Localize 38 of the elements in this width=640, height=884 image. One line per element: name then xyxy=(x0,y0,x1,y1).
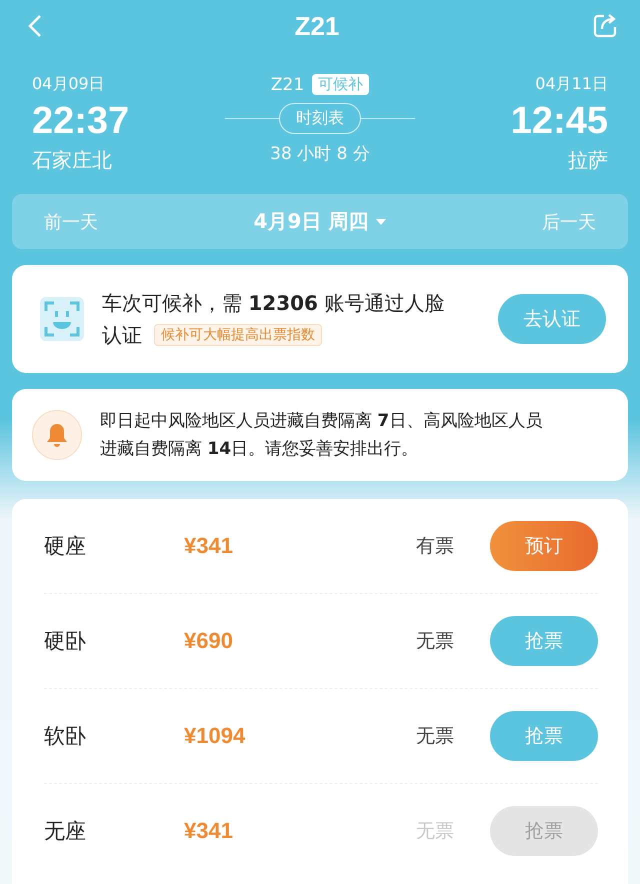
previous-day-link[interactable]: 前一天 xyxy=(44,210,98,234)
waitlist-badge: 可候补 xyxy=(312,74,370,95)
book-button[interactable]: 预订 xyxy=(490,521,598,571)
arrive-time: 12:45 xyxy=(510,99,608,143)
train-title: Z21 xyxy=(294,10,340,42)
depart-station: 石家庄北 xyxy=(32,147,113,174)
train-number: Z21 xyxy=(270,74,304,94)
notice-text: 即日起中风险地区人员进藏自费隔离 7日、高风险地区人员进藏自费隔离 14日。请您妥善安排出行。 xyxy=(100,410,544,461)
verify-message: 车次可候补，需 12306 账号通过人脸 xyxy=(102,290,446,317)
depart-time: 22:37 xyxy=(32,99,130,143)
duration: 38 小时 8 分 xyxy=(270,143,370,165)
seat-price: ¥1094 xyxy=(184,723,246,749)
depart-date: 04月09日 xyxy=(32,74,106,95)
availability: 无票 xyxy=(416,629,454,654)
back-icon[interactable] xyxy=(28,14,42,38)
verify-message-end: 认证 xyxy=(102,322,142,349)
seat-type: 软卧 xyxy=(44,723,87,750)
grab-ticket-button[interactable]: 抢票 xyxy=(490,711,598,761)
waitlist-tag: 候补可大幅提高出票指数 xyxy=(154,324,322,346)
seat-price: ¥341 xyxy=(184,818,234,844)
seat-type: 硬卧 xyxy=(44,628,87,655)
seat-type: 无座 xyxy=(44,818,87,845)
arrive-date: 04月11日 xyxy=(535,74,608,95)
date-picker[interactable]: 4月9日 周四 xyxy=(254,208,386,235)
seat-price: ¥341 xyxy=(184,533,234,559)
arrive-station: 拉萨 xyxy=(568,147,608,174)
face-scan-icon xyxy=(40,297,84,341)
timetable-button[interactable]: 时刻表 xyxy=(279,103,361,134)
verify-button[interactable]: 去认证 xyxy=(498,294,606,344)
availability: 无票 xyxy=(416,724,454,749)
caret-icon xyxy=(376,218,386,224)
bell-icon xyxy=(32,410,82,460)
seat-type: 硬座 xyxy=(44,533,87,560)
grab-ticket-button[interactable]: 抢票 xyxy=(490,616,598,666)
next-day-link[interactable]: 后一天 xyxy=(542,210,596,234)
share-icon[interactable] xyxy=(592,13,618,39)
availability: 有票 xyxy=(416,534,454,559)
seat-price: ¥690 xyxy=(184,628,234,654)
